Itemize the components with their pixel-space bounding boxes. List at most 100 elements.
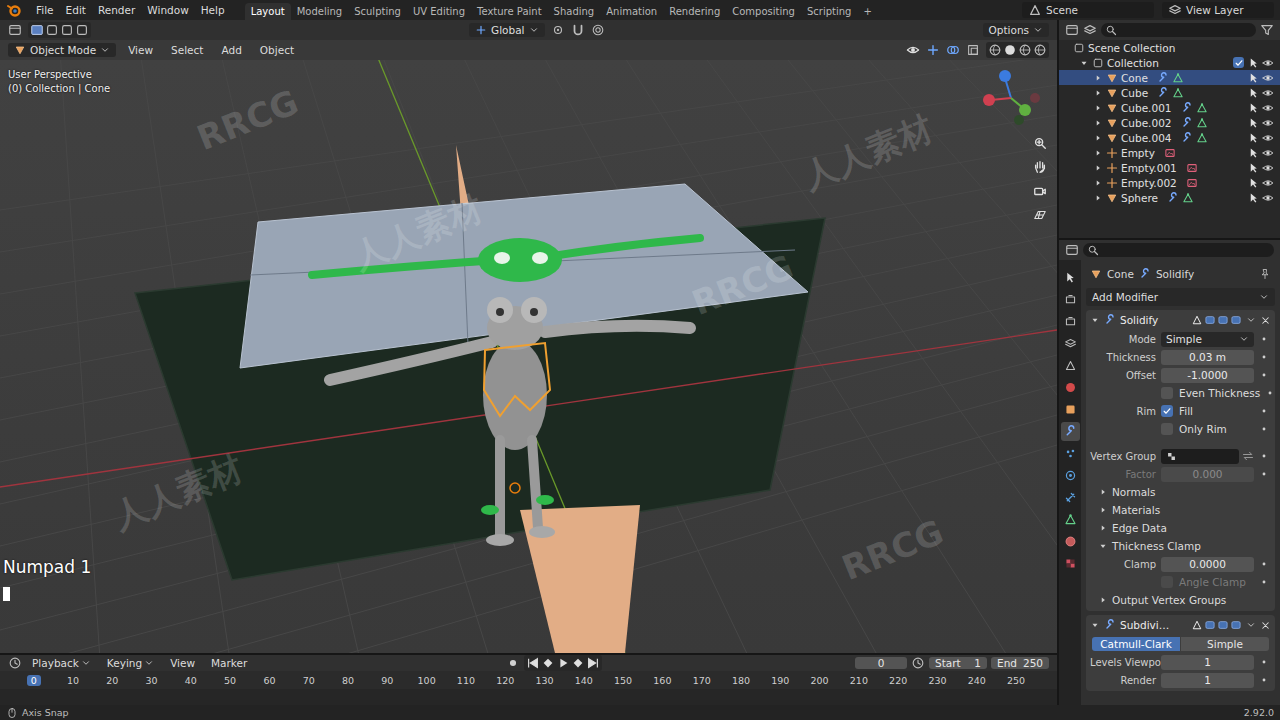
collection-checkbox[interactable] <box>1233 57 1244 68</box>
frame-ruler[interactable]: 0102030405060708090100110120130140150160… <box>0 671 1057 689</box>
properties-tab[interactable] <box>1061 488 1080 507</box>
eye-icon[interactable] <box>1262 147 1274 159</box>
subpanel-header[interactable]: Thickness Clamp <box>1090 540 1271 552</box>
expand-icon[interactable] <box>1093 133 1103 143</box>
number-field[interactable]: 1 <box>1161 673 1254 688</box>
selectable-icon[interactable] <box>1247 162 1259 174</box>
subpanel-header[interactable]: Output Vertex Groups <box>1090 594 1271 606</box>
modifier-header[interactable]: Solidify <box>1086 310 1275 330</box>
collapse-icon[interactable] <box>1090 620 1100 630</box>
properties-tab[interactable] <box>1061 400 1080 419</box>
selectable-icon[interactable] <box>1247 102 1259 114</box>
checkbox[interactable]: Angle Clamp <box>1161 576 1254 588</box>
outliner-item[interactable]: Empty <box>1059 145 1280 160</box>
subdivision-type-button[interactable]: Simple <box>1181 637 1269 651</box>
outliner-item[interactable]: Cube.004 <box>1059 130 1280 145</box>
eye-icon[interactable] <box>1262 132 1274 144</box>
animate-property-icon[interactable] <box>1259 675 1269 685</box>
extra-menu-icon[interactable] <box>1246 315 1256 325</box>
zoom-icon[interactable] <box>1031 134 1049 152</box>
close-icon[interactable] <box>1260 315 1271 326</box>
viewport-display-icon[interactable] <box>1217 314 1229 326</box>
viewport-menu-item[interactable]: Object <box>254 43 300 57</box>
blender-logo-icon[interactable] <box>6 2 22 18</box>
add-workspace-button[interactable]: + <box>857 3 877 20</box>
3d-viewport[interactable]: GlobalOptionsObject ModeViewSelectAddObj… <box>0 20 1057 653</box>
display-mode-icon[interactable] <box>1083 23 1097 37</box>
expand-icon[interactable] <box>1093 148 1103 158</box>
menu-item[interactable]: Edit <box>60 3 92 17</box>
proportional-edit-icon[interactable] <box>591 23 605 37</box>
modifier-name-field[interactable]: Subdivi… <box>1120 619 1187 631</box>
animate-property-icon[interactable] <box>1259 334 1269 344</box>
number-field[interactable]: -1.0000 <box>1161 368 1254 383</box>
viewport-display-icon[interactable] <box>1217 619 1229 631</box>
modifier-icon[interactable] <box>1167 192 1179 204</box>
animate-property-icon[interactable] <box>1259 657 1269 667</box>
expand-icon[interactable] <box>1093 178 1103 188</box>
editor-type-icon[interactable] <box>1065 23 1079 37</box>
properties-tab[interactable] <box>1061 312 1080 331</box>
menu-item[interactable]: Help <box>195 3 231 17</box>
properties-tab[interactable] <box>1061 334 1080 353</box>
properties-tab[interactable] <box>1061 378 1080 397</box>
render-display-icon[interactable] <box>1230 619 1242 631</box>
rendered-shading-icon[interactable] <box>1033 43 1047 57</box>
subpanel-header[interactable]: Materials <box>1090 504 1271 516</box>
checkbox[interactable]: Even Thickness <box>1161 387 1260 399</box>
viewport-menu-item[interactable]: View <box>122 43 159 57</box>
collapse-icon[interactable] <box>1090 315 1100 325</box>
editor-type-icon[interactable] <box>8 656 22 670</box>
workspace-tab[interactable]: Compositing <box>726 3 801 20</box>
eye-icon[interactable] <box>1262 192 1274 204</box>
prev-keyframe-icon[interactable] <box>541 656 555 670</box>
scene-selector[interactable]: Scene <box>1022 2 1154 18</box>
solid-shading-icon[interactable] <box>1003 43 1017 57</box>
end-frame-field[interactable]: End250 <box>991 657 1049 669</box>
view-layer-selector[interactable]: View Layer <box>1162 2 1274 18</box>
play-icon[interactable] <box>556 656 570 670</box>
workspace-tab[interactable]: UV Editing <box>407 3 471 20</box>
selectable-icon[interactable] <box>1247 177 1259 189</box>
modifier-icon[interactable] <box>1181 132 1193 144</box>
modifier-icon[interactable] <box>1157 87 1169 99</box>
menu-item[interactable]: File <box>30 3 60 17</box>
animate-property-icon[interactable] <box>1259 469 1269 479</box>
animate-property-icon[interactable] <box>1259 406 1269 416</box>
mesh-data-icon[interactable] <box>1196 117 1208 129</box>
animate-property-icon[interactable] <box>1259 451 1269 461</box>
menu-item[interactable]: Window <box>141 3 194 17</box>
outliner-search[interactable] <box>1101 23 1256 37</box>
select-subtract-icon[interactable] <box>60 23 74 37</box>
jump-end-icon[interactable] <box>586 656 600 670</box>
selectable-icon[interactable] <box>1247 117 1259 129</box>
pan-hand-icon[interactable] <box>1031 158 1049 176</box>
timeline-menu-item[interactable]: Keying <box>101 656 160 670</box>
overlay-toggle-icon[interactable] <box>946 43 960 57</box>
viewport-menu-item[interactable]: Select <box>165 43 209 57</box>
workspace-tab[interactable]: Scripting <box>801 3 857 20</box>
eye-icon[interactable] <box>1262 87 1274 99</box>
animate-property-icon[interactable] <box>1259 424 1269 434</box>
eye-icon[interactable] <box>1262 57 1274 69</box>
on-cage-icon[interactable] <box>1191 314 1203 326</box>
on-cage-icon[interactable] <box>1191 619 1203 631</box>
expand-icon[interactable] <box>1079 58 1089 68</box>
modifier-name-field[interactable]: Solidify <box>1120 314 1187 326</box>
expand-icon[interactable] <box>1093 73 1103 83</box>
empty-image-icon[interactable] <box>1186 177 1198 189</box>
properties-tab[interactable] <box>1061 554 1080 573</box>
extra-menu-icon[interactable] <box>1246 620 1256 630</box>
workspace-tab[interactable]: Texture Paint <box>471 3 548 20</box>
mesh-data-icon[interactable] <box>1172 87 1184 99</box>
eye-icon[interactable] <box>1262 177 1274 189</box>
outliner-item[interactable]: Empty.001 <box>1059 160 1280 175</box>
jump-start-icon[interactable] <box>526 656 540 670</box>
timeline-track[interactable] <box>0 689 1057 705</box>
properties-tab[interactable] <box>1061 532 1080 551</box>
editor-type-icon[interactable] <box>1065 243 1079 257</box>
outliner-item[interactable]: Sphere <box>1059 190 1280 205</box>
outliner-item[interactable]: Cube.002 <box>1059 115 1280 130</box>
snap-icon[interactable] <box>571 23 585 37</box>
selectable-icon[interactable] <box>1247 72 1259 84</box>
